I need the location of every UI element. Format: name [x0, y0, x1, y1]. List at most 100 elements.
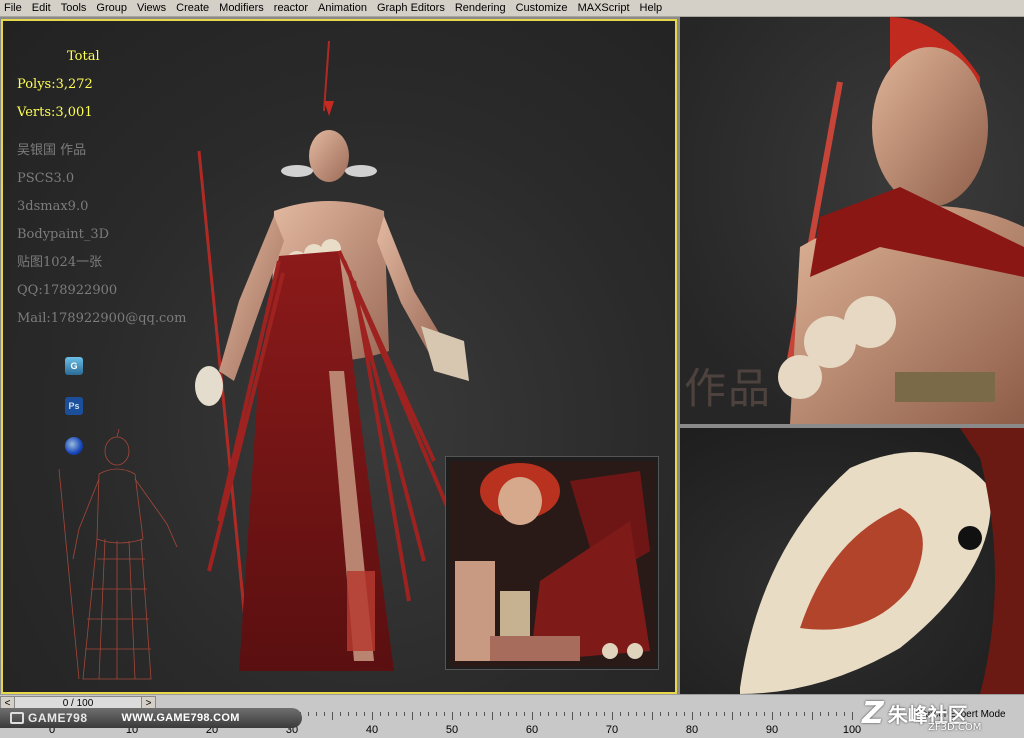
- ruler-tick: [684, 712, 685, 716]
- gauntlet-closeup-render: [740, 428, 1024, 694]
- ruler-tick: [796, 712, 797, 716]
- character-render: [195, 41, 469, 671]
- gametex-icon: G: [65, 357, 83, 375]
- ruler-tick: [652, 712, 653, 720]
- menu-graph-editors[interactable]: Graph Editors: [372, 0, 450, 16]
- game798-url: WWW.GAME798.COM: [121, 712, 240, 724]
- ruler-tick: [332, 712, 333, 720]
- menu-help[interactable]: Help: [635, 0, 668, 16]
- ruler-tick: [388, 712, 389, 716]
- ruler-tick-label: 80: [685, 724, 699, 736]
- ruler-tick-label: 40: [365, 724, 379, 736]
- ruler-tick: [372, 712, 373, 720]
- top-right-viewport[interactable]: 作品: [680, 17, 1024, 424]
- menu-tools[interactable]: Tools: [56, 0, 92, 16]
- ruler-tick: [628, 712, 629, 716]
- ruler-tick: [476, 712, 477, 716]
- ruler-tick: [484, 712, 485, 716]
- ruler-tick: [532, 712, 533, 720]
- ruler-tick: [620, 712, 621, 716]
- ruler-tick: [420, 712, 421, 716]
- menu-views[interactable]: Views: [132, 0, 171, 16]
- ruler-tick: [604, 712, 605, 716]
- credit-line: Mail:178922900@qq.com: [17, 311, 187, 326]
- ruler-tick: [596, 712, 597, 716]
- ruler-tick: [340, 712, 341, 716]
- credit-line: 3dsmax9.0: [17, 199, 89, 214]
- ruler-tick: [316, 712, 317, 716]
- ruler-tick: [468, 712, 469, 716]
- ruler-tick: [508, 712, 509, 716]
- stats-total-label: Total: [67, 49, 100, 64]
- ruler-tick: [700, 712, 701, 716]
- ruler-tick: [764, 712, 765, 716]
- menu-bar: File Edit Tools Group Views Create Modifiers re…: [0, 0, 1024, 17]
- ruler-tick: [516, 712, 517, 716]
- ruler-tick: [380, 712, 381, 716]
- game798-logo-bar: GAME798 WWW.GAME798.COM: [0, 708, 302, 728]
- menu-file[interactable]: File: [0, 0, 27, 16]
- credit-line: 吴银国 作品: [17, 143, 87, 158]
- ruler-tick: [452, 712, 453, 720]
- menu-group[interactable]: Group: [91, 0, 132, 16]
- ruler-tick-label: 90: [765, 724, 779, 736]
- ruler-tick: [500, 712, 501, 716]
- ruler-tick: [748, 712, 749, 716]
- ruler-tick: [492, 712, 493, 720]
- uv-texture-thumbnail: [445, 456, 659, 670]
- ruler-tick: [692, 712, 693, 720]
- ruler-tick: [524, 712, 525, 716]
- viewport-area: Total Polys:3,272 Verts:3,001 吴银国 作品 PSCS…: [0, 17, 1024, 694]
- ruler-tick-label: 50: [445, 724, 459, 736]
- ruler-tick: [852, 712, 853, 720]
- stats-verts: Verts:3,001: [17, 105, 93, 120]
- ruler-tick: [788, 712, 789, 716]
- ruler-tick: [348, 712, 349, 716]
- ruler-tick: [460, 712, 461, 716]
- ruler-tick: [668, 712, 669, 716]
- ruler-tick: [660, 712, 661, 716]
- credits-list: 吴银国 作品 PSCS3.0 3dsmax9.0 Bodypaint_3D 贴图1024…: [17, 137, 186, 333]
- ruler-tick-label: 70: [605, 724, 619, 736]
- bottom-right-viewport[interactable]: [680, 428, 1024, 694]
- ruler-tick: [716, 712, 717, 716]
- ruler-tick: [732, 712, 733, 720]
- menu-maxscript[interactable]: MAXScript: [573, 0, 635, 16]
- credit-line: 贴图1024一张: [17, 255, 103, 270]
- ruler-tick: [308, 712, 309, 716]
- ruler-tick: [412, 712, 413, 720]
- ruler-tick: [676, 712, 677, 716]
- wireframe-figure: [58, 429, 178, 680]
- ruler-tick: [588, 712, 589, 716]
- main-viewport[interactable]: Total Polys:3,272 Verts:3,001 吴银国 作品 PSCS…: [1, 19, 677, 694]
- menu-animation[interactable]: Animation: [313, 0, 372, 16]
- zf-logo-mark: Z: [862, 695, 884, 731]
- ruler-tick: [404, 712, 405, 716]
- uv-texture-map: [450, 461, 656, 667]
- ruler-tick: [396, 712, 397, 716]
- ruler-tick: [356, 712, 357, 716]
- menu-modifiers[interactable]: Modifiers: [214, 0, 269, 16]
- ruler-tick: [804, 712, 805, 716]
- ruler-tick: [820, 712, 821, 716]
- viewport-info-overlay: Total Polys:3,272 Verts:3,001 吴银国 作品 PSCS…: [17, 43, 186, 333]
- ruler-tick: [436, 712, 437, 716]
- ruler-tick: [828, 712, 829, 716]
- credit-line: Bodypaint_3D: [17, 227, 110, 242]
- ruler-tick: [548, 712, 549, 716]
- menu-rendering[interactable]: Rendering: [450, 0, 511, 16]
- ruler-tick: [644, 712, 645, 716]
- ruler-tick: [844, 712, 845, 716]
- ruler-tick: [572, 712, 573, 720]
- menu-edit[interactable]: Edit: [27, 0, 56, 16]
- credit-line: QQ:178922900: [17, 283, 118, 298]
- ruler-tick: [740, 712, 741, 716]
- ruler-tick: [428, 712, 429, 716]
- ruler-tick: [580, 712, 581, 716]
- menu-reactor[interactable]: reactor: [269, 0, 313, 16]
- credit-line: PSCS3.0: [17, 171, 75, 186]
- menu-create[interactable]: Create: [171, 0, 214, 16]
- menu-customize[interactable]: Customize: [511, 0, 573, 16]
- ruler-tick-label: 100: [842, 724, 862, 736]
- ruler-tick: [724, 712, 725, 716]
